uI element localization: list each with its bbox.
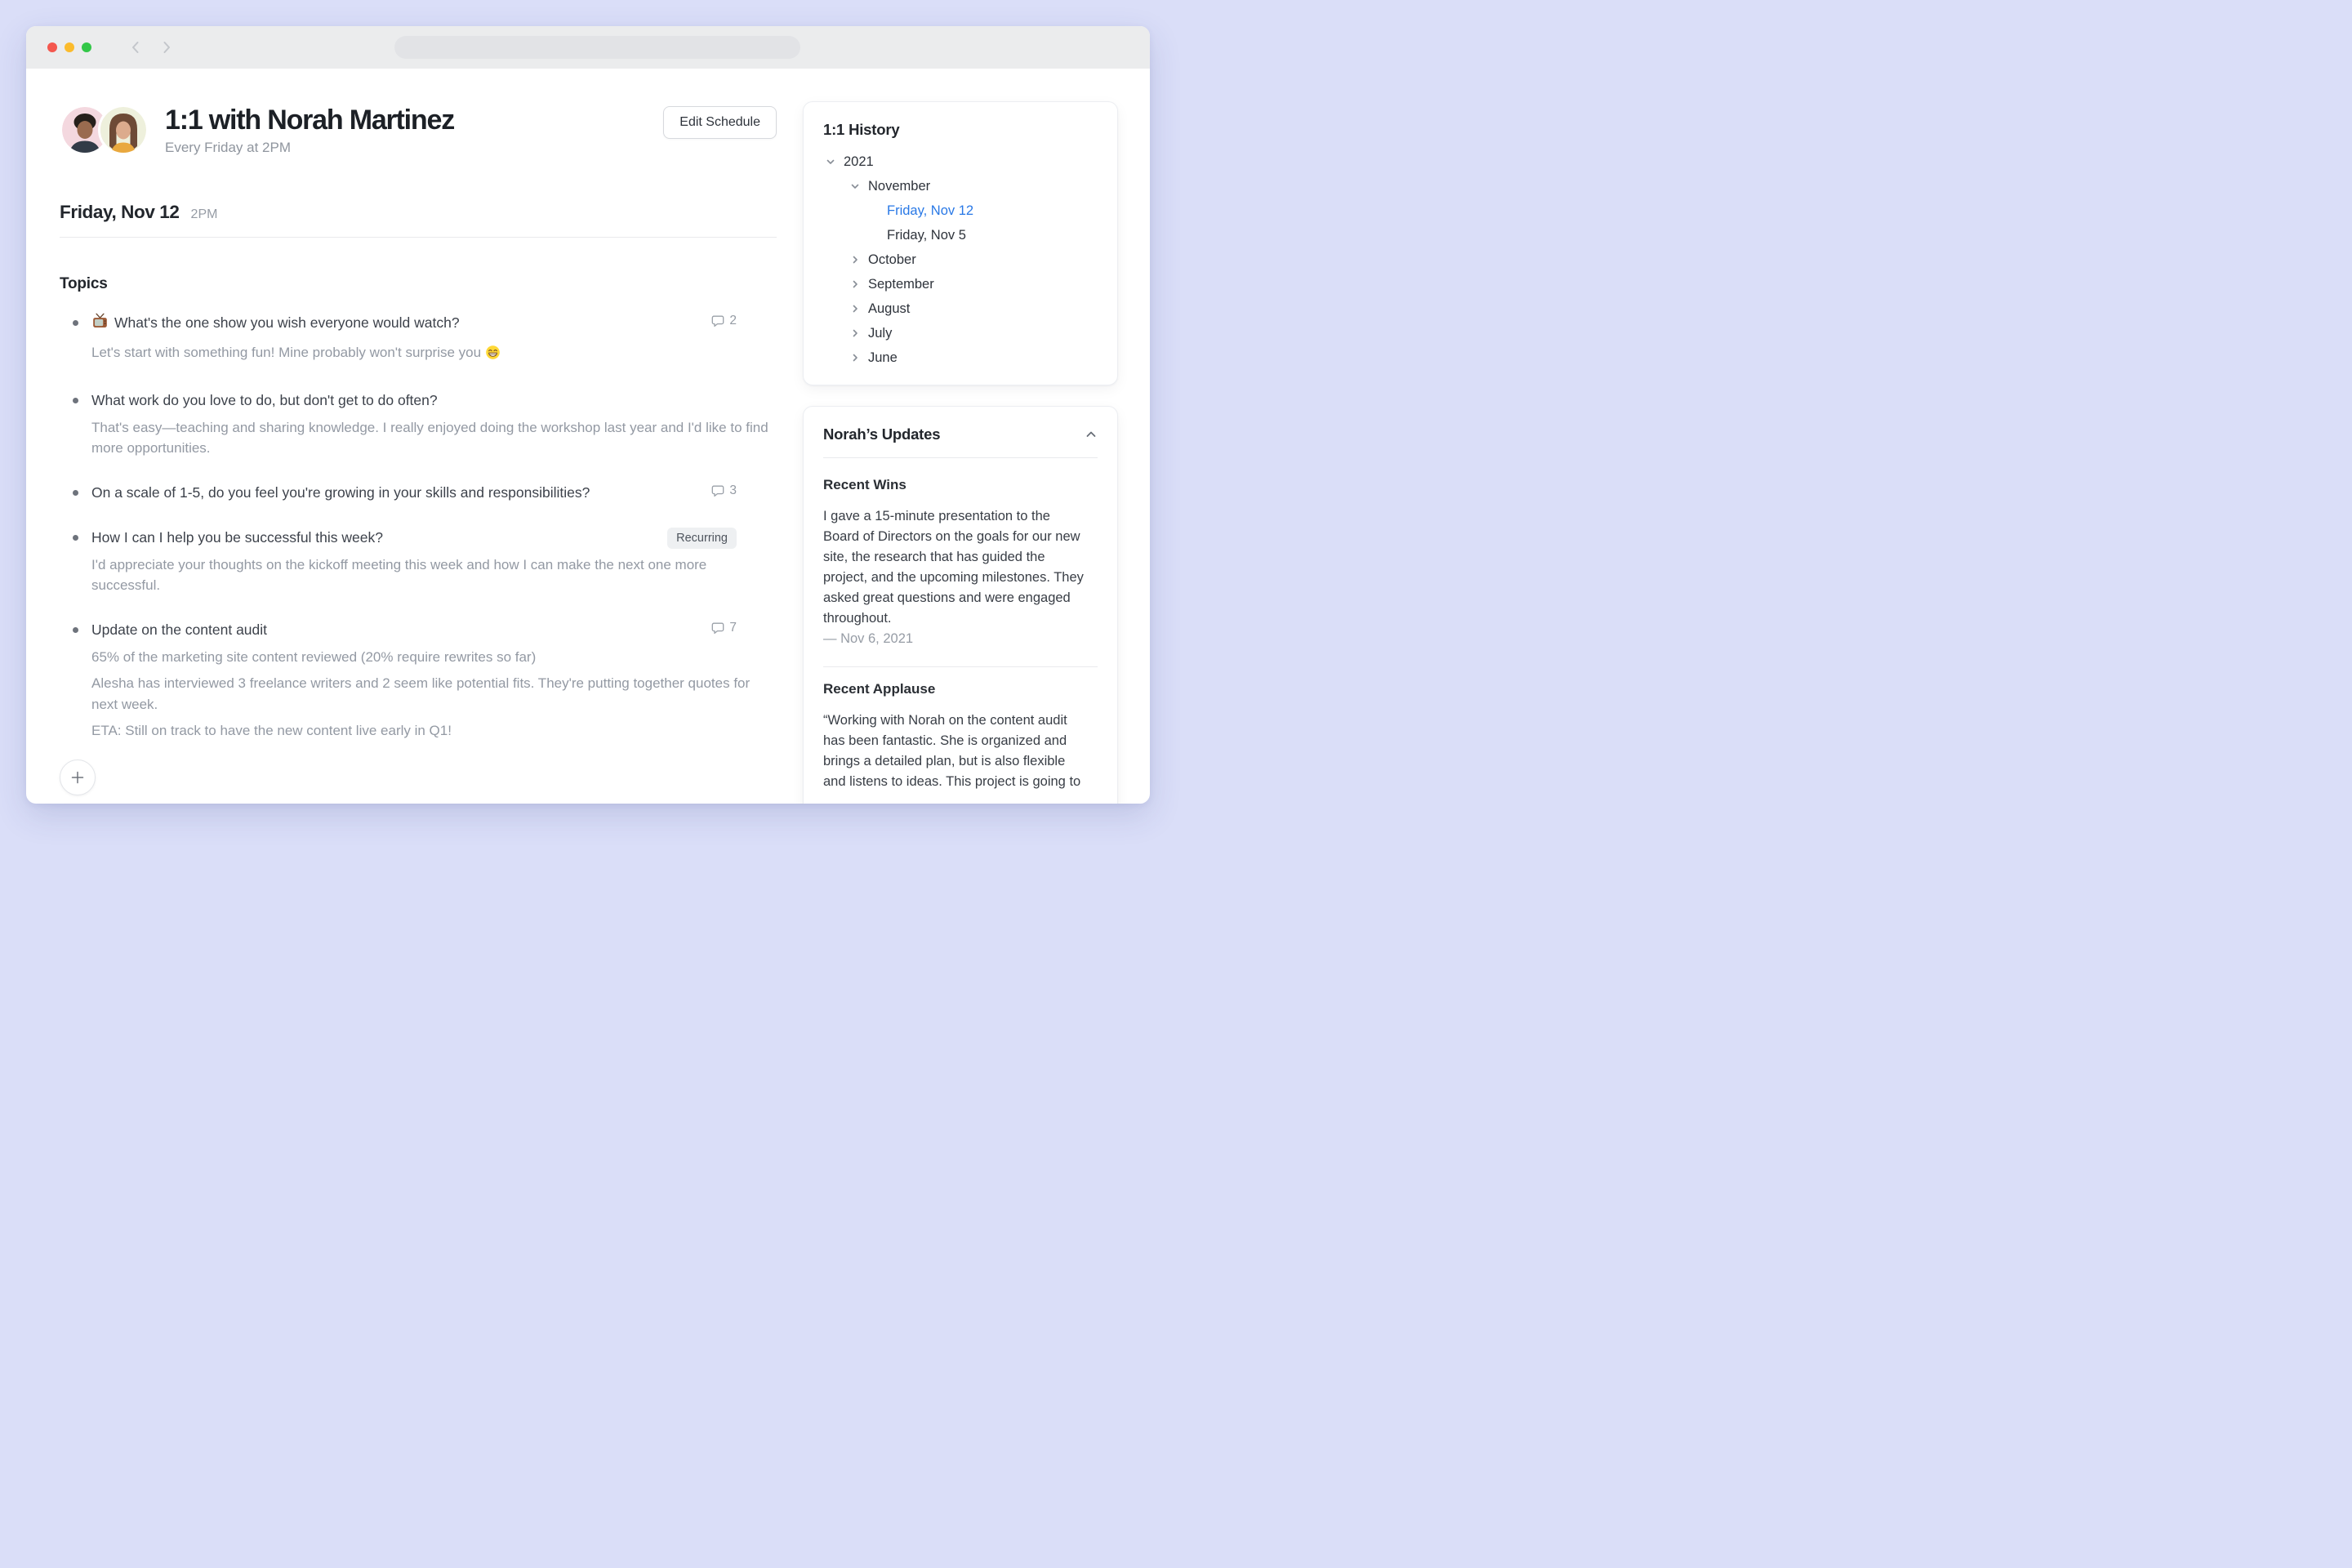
history-heading: 1:1 History	[823, 121, 1098, 139]
comment-count[interactable]: 7	[711, 621, 737, 635]
meeting-date-row: Friday, Nov 12 2PM	[60, 202, 777, 223]
address-bar[interactable]	[394, 36, 800, 59]
edit-schedule-button[interactable]: Edit Schedule	[663, 106, 777, 139]
chevron-right-icon	[849, 352, 861, 363]
comment-icon	[711, 484, 724, 497]
comment-icon	[711, 621, 724, 635]
add-topic-button[interactable]	[60, 760, 96, 795]
recent-wins-body: I gave a 15-minute presentation to the B…	[823, 506, 1088, 629]
history-month-august[interactable]: August	[823, 296, 1098, 321]
meeting-date: Friday, Nov 12	[60, 202, 180, 223]
recurring-badge: Recurring	[667, 528, 737, 549]
desktop-background: { "ui_colors": { "accent_blue": "#2878e6…	[0, 0, 1176, 784]
recent-wins-date: — Nov 6, 2021	[823, 631, 1098, 647]
history-month-november[interactable]: November	[823, 174, 1098, 198]
topics-heading: Topics	[60, 275, 777, 293]
topic-note: That's easy—teaching and sharing knowled…	[60, 417, 777, 459]
chevron-right-icon	[849, 303, 861, 314]
comment-count-value: 7	[729, 621, 737, 635]
grinning-emoji-icon	[485, 345, 501, 367]
history-month-september[interactable]: September	[823, 272, 1098, 296]
topic-note: Alesha has interviewed 3 freelance write…	[60, 673, 777, 715]
comment-count[interactable]: 2	[711, 314, 737, 328]
history-month-october[interactable]: October	[823, 247, 1098, 272]
page-title: 1:1 with Norah Martinez	[165, 105, 454, 136]
topic-note: 65% of the marketing site content review…	[60, 647, 777, 668]
back-arrow-icon[interactable]	[127, 39, 144, 56]
participant-avatars	[60, 105, 149, 155]
meeting-time: 2PM	[191, 207, 218, 222]
topic-item[interactable]: What work do you love to do, but don't g…	[60, 389, 777, 459]
meeting-notes-main: 1:1 with Norah Martinez Every Friday at …	[60, 69, 777, 804]
topic-item[interactable]: On a scale of 1-5, do you feel you're gr…	[60, 481, 777, 504]
recent-applause-body: “Working with Norah on the content audit…	[823, 710, 1088, 792]
divider	[823, 666, 1098, 667]
divider	[60, 237, 777, 238]
history-date-nov-12[interactable]: Friday, Nov 12	[823, 198, 1098, 223]
chevron-right-icon	[849, 327, 861, 339]
app-window: 1:1 with Norah Martinez Every Friday at …	[26, 26, 1150, 804]
topic-text: What's the one show you wish everyone wo…	[114, 314, 460, 331]
minimize-window-button[interactable]	[65, 42, 74, 52]
forward-arrow-icon[interactable]	[158, 39, 175, 56]
topic-note: ETA: Still on track to have the new cont…	[60, 720, 777, 742]
bullet-icon	[73, 398, 78, 403]
zoom-window-button[interactable]	[82, 42, 91, 52]
history-month-june[interactable]: June	[823, 345, 1098, 370]
divider	[823, 457, 1098, 458]
plus-icon	[70, 770, 85, 785]
recent-wins-title: Recent Wins	[823, 477, 1098, 493]
history-panel: 1:1 History 2021 November Friday, Nov 12…	[803, 101, 1118, 385]
tv-emoji-icon	[91, 313, 109, 336]
topic-text: On a scale of 1-5, do you feel you're gr…	[91, 484, 590, 501]
bullet-icon	[73, 535, 78, 541]
topic-item[interactable]: Update on the content audit 7 65% of the…	[60, 618, 777, 742]
topic-item[interactable]: What's the one show you wish everyone wo…	[60, 311, 777, 367]
collapse-panel-button[interactable]	[1085, 428, 1098, 441]
close-window-button[interactable]	[47, 42, 57, 52]
chevron-right-icon	[849, 254, 861, 265]
comment-count-value: 3	[729, 483, 737, 498]
history-year-2021[interactable]: 2021	[823, 149, 1098, 174]
history-date-nov-5[interactable]: Friday, Nov 5	[823, 223, 1098, 247]
topic-note: I'd appreciate your thoughts on the kick…	[60, 555, 777, 596]
topic-item[interactable]: How I can I help you be successful this …	[60, 526, 777, 596]
comment-icon	[711, 314, 724, 327]
bullet-icon	[73, 320, 78, 326]
bullet-icon	[73, 627, 78, 633]
comment-count[interactable]: 3	[711, 483, 737, 498]
topic-text: Update on the content audit	[91, 621, 267, 638]
chevron-up-icon	[1085, 428, 1098, 441]
updates-heading: Norah’s Updates	[823, 425, 940, 443]
topic-text: How I can I help you be successful this …	[91, 529, 383, 546]
meeting-header: 1:1 with Norah Martinez Every Friday at …	[60, 105, 777, 156]
chevron-down-icon	[825, 156, 836, 167]
bullet-icon	[73, 490, 78, 496]
topic-note: Let's start with something fun! Mine pro…	[60, 342, 777, 367]
window-titlebar	[26, 26, 1150, 69]
history-tree: 2021 November Friday, Nov 12 Friday, Nov…	[823, 149, 1098, 370]
recent-applause-title: Recent Applause	[823, 681, 1098, 697]
meeting-schedule-subtitle: Every Friday at 2PM	[165, 140, 454, 156]
updates-panel: Norah’s Updates Recent Wins I gave a 15-…	[803, 406, 1118, 804]
chevron-down-icon	[849, 180, 861, 192]
chevron-right-icon	[849, 278, 861, 290]
topic-text: What work do you love to do, but don't g…	[91, 392, 438, 408]
norah-martinez-avatar	[98, 105, 149, 155]
history-month-july[interactable]: July	[823, 321, 1098, 345]
comment-count-value: 2	[729, 314, 737, 328]
